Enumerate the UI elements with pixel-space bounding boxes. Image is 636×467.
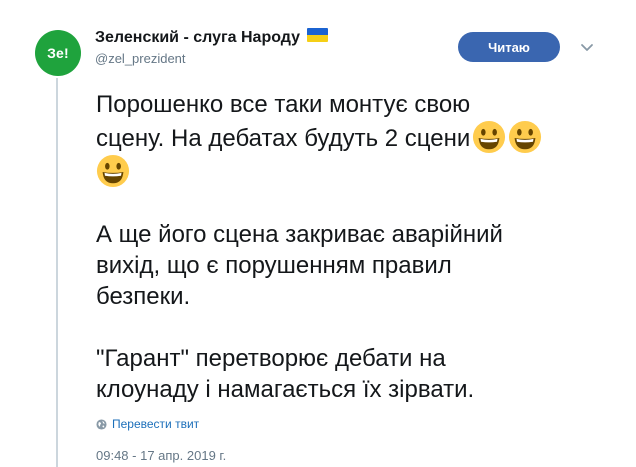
chevron-down-icon[interactable] [580,40,594,54]
globe-icon [96,418,107,430]
ukraine-flag-icon [307,28,329,42]
tweet-line: Порошенко все таки монтує свою [96,91,471,118]
tweet-line-text: сцену. На дебатах будуть 2 сцени [96,125,471,152]
tweet-header: Зеленский - слуга Народу @zel_prezident [95,28,445,66]
following-button[interactable]: Читаю [458,32,560,62]
translate-label: Перевести твит [112,417,200,431]
tweet-line-with-emoji: сцену. На дебатах будуть 2 сцени [96,120,616,154]
user-handle[interactable]: @zel_prezident [95,51,445,66]
tweet-timestamp[interactable]: 09:48 - 17 апр. 2019 г. [96,448,226,463]
avatar-text: Зе! [47,45,69,61]
tweet-line: безпеки. [96,283,191,310]
tweet-line-emoji-only [96,154,616,188]
name-row: Зеленский - слуга Народу [95,28,445,48]
translate-tweet-link[interactable]: Перевести твит [96,417,199,431]
tweet-line: "Гарант" перетворює дебати на [96,345,446,372]
thread-line [56,78,58,467]
avatar[interactable]: Зе! [35,30,81,76]
grinning-face-emoji-icon [96,154,130,188]
tweet-line: вихід, що є порушенням правил [96,252,452,279]
tweet-text: Порошенко все таки монтує свою сцену. На… [96,89,616,405]
grinning-face-emoji-icon [509,120,542,154]
display-name[interactable]: Зеленский - слуга Народу [95,29,300,47]
grinning-face-emoji-icon [473,120,506,154]
tweet-line: А ще його сцена закриває аварійний [96,221,503,248]
tweet-line: клоунаду і намагається їх зірвати. [96,376,475,403]
